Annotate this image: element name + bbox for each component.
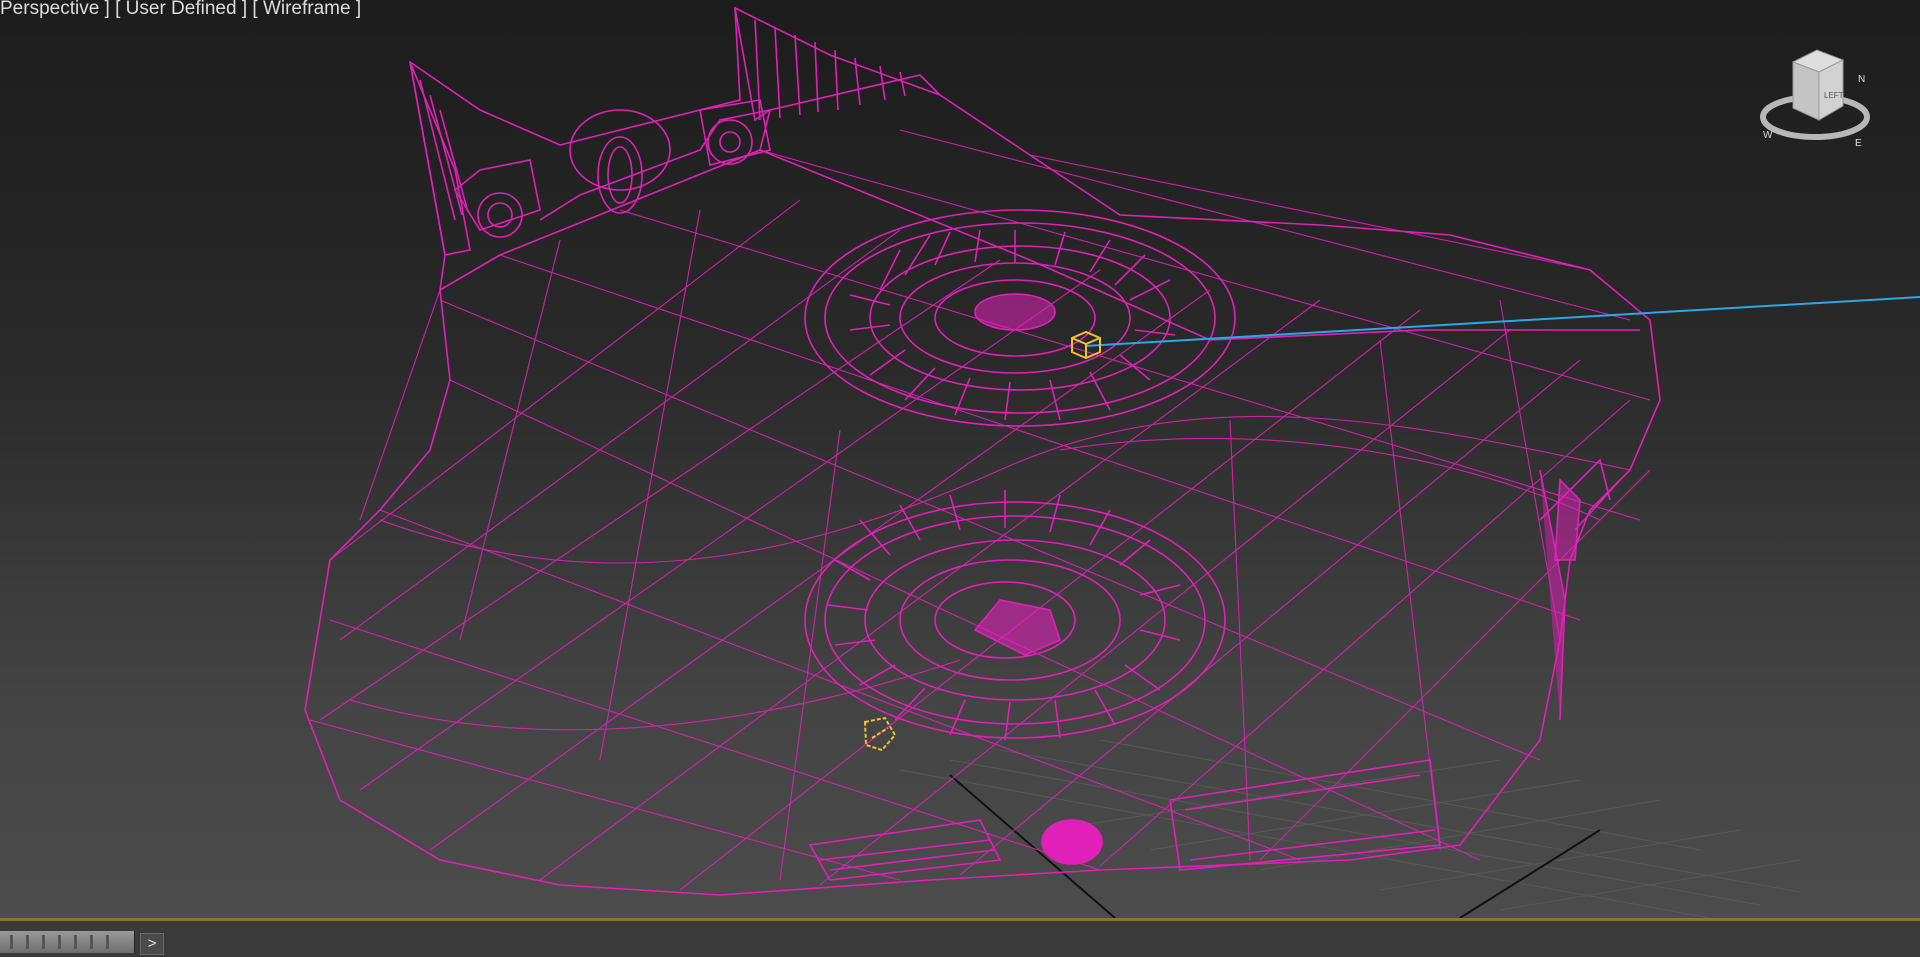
compass-west: W (1763, 130, 1773, 141)
mesh-grid (309, 129, 1651, 891)
compass-east: E (1855, 138, 1862, 149)
front-bumper (808, 458, 1621, 881)
wireframe-model[interactable] (304, 6, 1661, 896)
slider-grip (42, 935, 45, 949)
hull-outline (304, 6, 1661, 896)
selection-helper-bottom[interactable] (863, 716, 897, 752)
ground-grid (899, 739, 1801, 918)
axis-line (1084, 296, 1920, 347)
viewcube-face-label: LEFT (1824, 91, 1844, 100)
scene-canvas[interactable] (0, 0, 1920, 918)
slider-grip (26, 935, 29, 949)
slider-grip (10, 935, 13, 949)
lower-fan-rotor[interactable] (804, 490, 1226, 741)
expand-track-button[interactable]: > (140, 933, 164, 955)
viewcube-icon[interactable]: LEFT N W E (1755, 42, 1875, 152)
tail-fins (409, 7, 941, 256)
compass-north: N (1858, 74, 1865, 85)
track-bar: > (0, 921, 1920, 957)
slider-grip (90, 935, 93, 949)
slider-grip (106, 935, 109, 949)
perspective-viewport[interactable]: Perspective ] [ User Defined ] [ Wirefra… (0, 0, 1920, 918)
slider-grip (74, 935, 77, 949)
time-slider-handle[interactable] (0, 931, 135, 953)
slider-grip (58, 935, 61, 949)
rear-vents (477, 99, 771, 238)
